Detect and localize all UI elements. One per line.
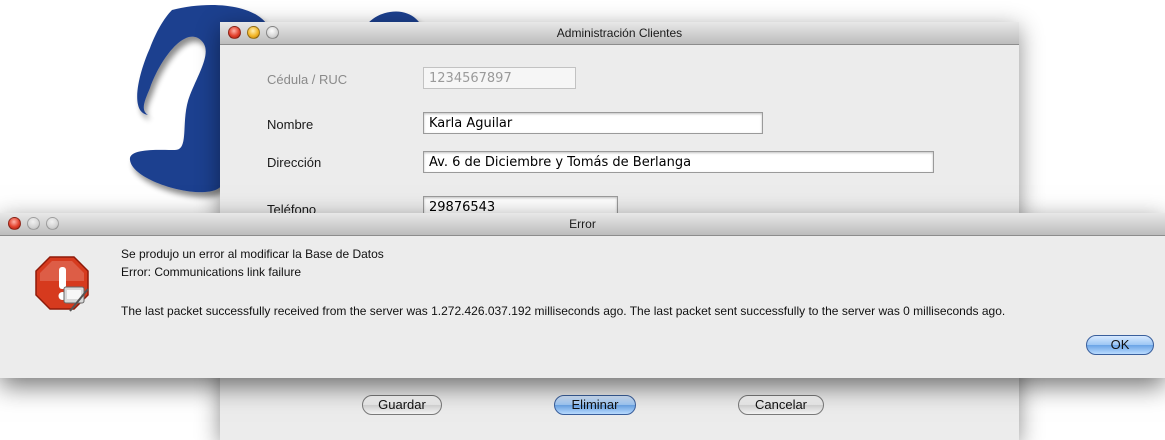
eliminar-button[interactable]: Eliminar [554, 395, 636, 415]
nombre-label: Nombre [267, 117, 314, 132]
guardar-button[interactable]: Guardar [362, 395, 442, 415]
admin-window-title: Administración Clientes [556, 26, 683, 40]
ok-button[interactable]: OK [1086, 335, 1154, 355]
error-titlebar: Error [0, 213, 1165, 236]
cedula-field: 1234567897 [423, 67, 576, 89]
error-message-line1: Se produjo un error al modificar la Base… [121, 247, 384, 261]
error-dialog: Error Se produjo un error al modificar l… [0, 213, 1165, 378]
admin-titlebar: Administración Clientes [220, 22, 1019, 45]
stop-alert-icon [35, 256, 89, 312]
nombre-field[interactable]: Karla Aguilar [423, 112, 763, 134]
cancelar-button[interactable]: Cancelar [738, 395, 824, 415]
error-dialog-title: Error [569, 217, 596, 231]
error-message-line3: The last packet successfully received fr… [121, 304, 1006, 318]
cedula-label: Cédula / RUC [267, 72, 348, 87]
direccion-label: Dirección [267, 155, 322, 170]
error-message-line2: Error: Communications link failure [121, 265, 302, 279]
direccion-field[interactable]: Av. 6 de Diciembre y Tomás de Berlanga [423, 151, 934, 173]
